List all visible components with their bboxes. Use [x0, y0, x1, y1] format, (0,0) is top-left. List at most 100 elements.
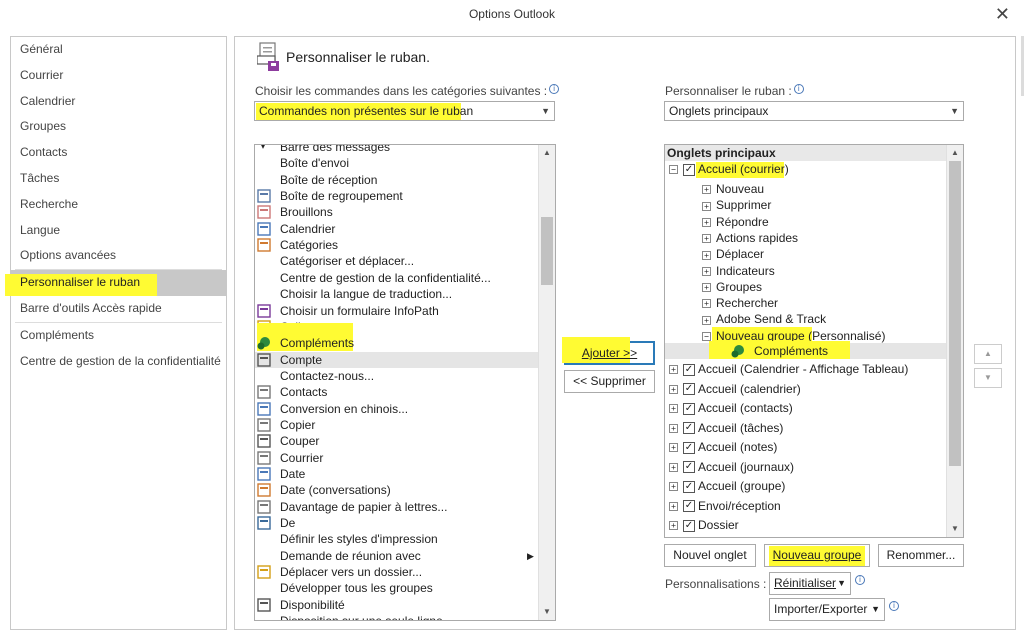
expand-icon[interactable]: + [669, 521, 678, 531]
tree-tab-home-mail[interactable]: − ✓ Accueil (courrier) [669, 161, 789, 178]
expand-icon[interactable]: + [702, 266, 711, 276]
expand-icon[interactable]: + [702, 315, 711, 325]
sidebar-item-calendar[interactable]: Calendrier [11, 89, 226, 115]
tree-group-item[interactable]: + Rechercher [702, 295, 778, 311]
sidebar-item-language[interactable]: Langue [11, 218, 226, 244]
command-list-item[interactable]: De [255, 515, 538, 531]
command-list-item[interactable]: Couper [255, 433, 538, 449]
tree-group-item[interactable]: + Indicateurs [702, 263, 775, 279]
checkbox-checked-icon[interactable]: ✓ [683, 519, 695, 532]
command-list-item[interactable]: Compléments [255, 323, 538, 352]
command-list-item[interactable]: Contactez-nous... [255, 368, 538, 384]
command-list-item[interactable]: Boîte d'envoi [255, 155, 538, 171]
sidebar-item-mail[interactable]: Courrier [11, 63, 226, 89]
tree-tab-item[interactable]: + ✓ Accueil (tâches) [669, 420, 783, 436]
expand-icon[interactable]: + [702, 283, 711, 293]
command-list-item[interactable]: Choisir un formulaire InfoPath [255, 303, 538, 319]
commands-category-select[interactable]: Commandes non présentes sur le ruban ▼ [254, 101, 555, 121]
tree-group-item[interactable]: + Déplacer [702, 246, 764, 262]
command-list-item[interactable]: Définir les styles d'impression [255, 531, 538, 547]
expand-icon[interactable]: + [702, 217, 711, 227]
command-list-item[interactable]: Date (conversations) [255, 482, 538, 498]
tree-tab-item[interactable]: + ✓ Dossier [669, 517, 739, 533]
command-list-item[interactable]: ▾ Barre des messages [255, 145, 538, 155]
checkbox-checked-icon[interactable]: ✓ [683, 441, 695, 454]
info-icon[interactable]: i [793, 84, 804, 94]
info-icon[interactable]: i [889, 601, 899, 611]
checkbox-checked-icon[interactable]: ✓ [683, 383, 695, 396]
tree-tab-item[interactable]: + ✓ Accueil (journaux) [669, 459, 794, 475]
command-list-item[interactable]: Courrier [255, 450, 538, 466]
tree-tab-item[interactable]: + ✓ Accueil (contacts) [669, 400, 793, 416]
scroll-down-icon[interactable]: ▼ [539, 604, 555, 620]
commands-list-scrollbar[interactable]: ▲ ▼ [538, 145, 555, 620]
scroll-thumb[interactable] [949, 161, 961, 466]
tree-group-item[interactable]: + Actions rapides [702, 230, 798, 246]
tree-tab-item[interactable]: + ✓ Accueil (calendrier) [669, 381, 801, 397]
sidebar-item-search[interactable]: Recherche [11, 192, 226, 218]
new-tab-button[interactable]: Nouvel onglet [664, 544, 756, 567]
expand-icon[interactable]: + [702, 299, 711, 309]
command-list-item[interactable]: Catégoriser et déplacer... [255, 253, 538, 269]
tree-group-item[interactable]: + Groupes [702, 279, 762, 295]
expand-icon[interactable]: + [669, 384, 678, 394]
checkbox-checked-icon[interactable]: ✓ [683, 402, 695, 415]
move-up-button[interactable]: ▲ [974, 344, 1002, 364]
expand-icon[interactable]: + [669, 404, 678, 414]
move-down-button[interactable]: ▼ [974, 368, 1002, 388]
expand-icon[interactable]: + [702, 201, 711, 211]
command-list-item[interactable]: Centre de gestion de la confidentialité.… [255, 270, 538, 286]
command-list-item[interactable]: Choisir la langue de traduction... [255, 286, 538, 302]
command-list-item[interactable]: Boîte de réception [255, 172, 538, 188]
command-list-item[interactable]: Disponibilité [255, 597, 538, 613]
commands-list[interactable]: ▾ Barre des messages Boîte d'envoi Boîte de… [254, 144, 556, 621]
sidebar-item-addins[interactable]: Compléments [11, 323, 226, 349]
scroll-down-icon[interactable]: ▼ [947, 521, 963, 537]
remove-button[interactable]: << Supprimer [564, 370, 655, 393]
close-icon[interactable]: ✕ [995, 4, 1010, 25]
command-list-item[interactable]: Copier [255, 417, 538, 433]
expand-icon[interactable]: + [669, 443, 678, 453]
add-button[interactable]: Ajouter >> [562, 337, 655, 365]
scroll-thumb[interactable] [541, 217, 553, 285]
sidebar-item-customize-ribbon[interactable]: Personnaliser le ruban [5, 270, 226, 297]
sidebar-item-contacts[interactable]: Contacts [11, 140, 226, 166]
sidebar-item-groups[interactable]: Groupes [11, 114, 226, 140]
command-list-item[interactable]: Calendrier [255, 221, 538, 237]
expand-icon[interactable]: + [702, 185, 711, 195]
ribbon-tree[interactable]: Onglets principaux − ✓ Accueil (courrier) … [664, 144, 964, 538]
expand-icon[interactable]: + [669, 482, 678, 492]
checkbox-checked-icon[interactable]: ✓ [683, 422, 695, 435]
tree-group-item[interactable]: + Nouveau [702, 181, 764, 197]
import-export-dropdown[interactable]: Importer/Exporter ▼ [769, 598, 885, 621]
command-list-item[interactable]: Développer tous les groupes [255, 580, 538, 596]
checkbox-checked-icon[interactable]: ✓ [683, 480, 695, 493]
sidebar-item-quick-access-toolbar[interactable]: Barre d'outils Accès rapide [11, 296, 226, 322]
collapse-icon[interactable]: − [669, 165, 678, 175]
sidebar-item-advanced[interactable]: Options avancées [11, 243, 226, 269]
rename-button[interactable]: Renommer... [878, 544, 964, 567]
info-icon[interactable]: i [549, 84, 560, 94]
command-list-item[interactable]: Boîte de regroupement [255, 188, 538, 204]
tree-tab-item[interactable]: + ✓ Accueil (Calendrier - Affichage Tablea… [669, 361, 908, 377]
sidebar-item-general[interactable]: Général [11, 37, 226, 63]
command-list-item[interactable]: Demande de réunion avec ▶ [255, 548, 538, 564]
checkbox-checked-icon[interactable]: ✓ [683, 363, 695, 376]
ribbon-tree-scrollbar[interactable]: ▲ ▼ [946, 145, 963, 537]
tree-tab-item[interactable]: + ✓ Accueil (notes) [669, 439, 777, 455]
command-list-item[interactable]: Compte [255, 351, 538, 368]
sidebar-item-trust-center[interactable]: Centre de gestion de la confidentialité [11, 349, 226, 375]
scroll-up-icon[interactable]: ▲ [947, 145, 963, 161]
expand-icon[interactable]: + [702, 250, 711, 260]
command-list-item[interactable]: Contacts [255, 384, 538, 400]
tree-tab-item[interactable]: + ✓ Envoi/réception [669, 498, 781, 514]
tree-tab-item[interactable]: + ✓ Accueil (groupe) [669, 478, 785, 494]
expand-icon[interactable]: + [669, 462, 678, 472]
info-icon[interactable]: i [855, 575, 865, 585]
tree-group-item[interactable]: + Adobe Send & Track [702, 311, 826, 327]
command-list-item[interactable]: Catégories [255, 237, 538, 253]
command-list-item[interactable]: Déplacer vers un dossier... [255, 564, 538, 580]
reset-dropdown[interactable]: Réinitialiser ▼ [769, 572, 851, 595]
expand-icon[interactable]: + [702, 234, 711, 244]
checkbox-checked-icon[interactable]: ✓ [683, 500, 695, 513]
